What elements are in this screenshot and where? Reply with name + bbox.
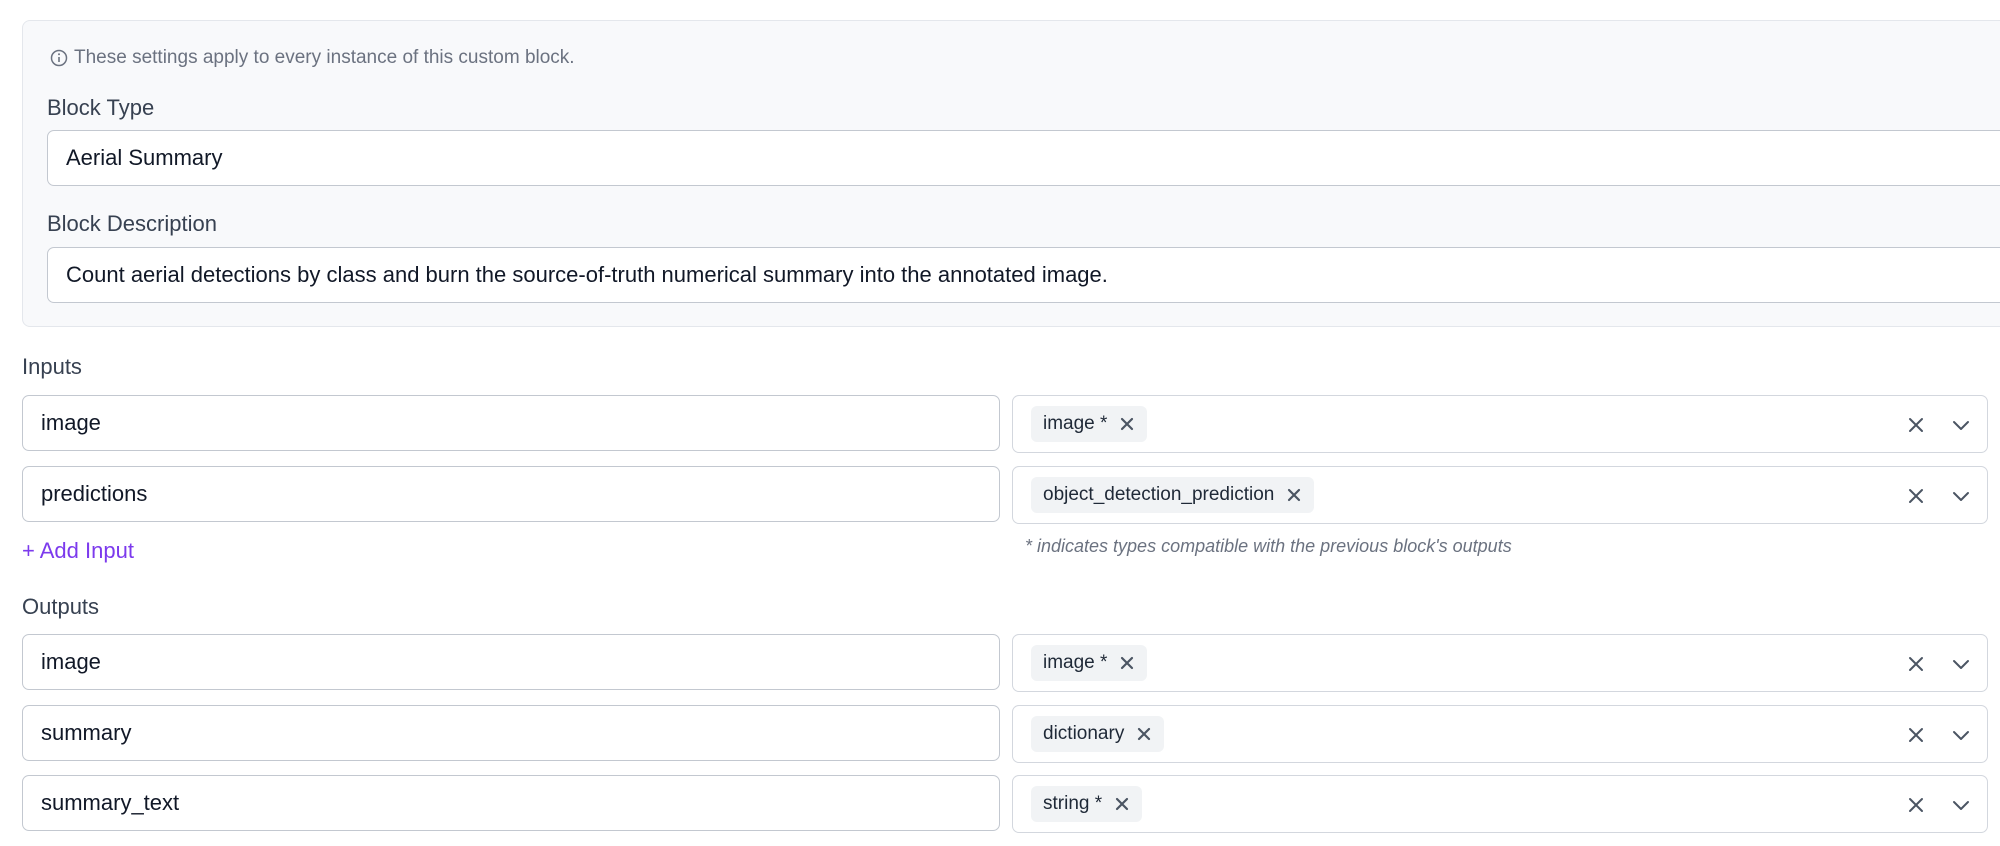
type-chip-label: object_detection_prediction (1043, 484, 1275, 505)
outputs-section-label: Outputs (22, 594, 100, 619)
clear-x-icon[interactable] (1905, 485, 1927, 507)
block-type-label: Block Type (47, 95, 155, 120)
block-description-value: Count aerial detections by class and bur… (66, 262, 1108, 287)
clear-x-icon[interactable] (1905, 794, 1927, 816)
type-chip: dictionary (1031, 716, 1165, 752)
input-name-value: predictions (41, 481, 148, 506)
output-name-field[interactable]: summary_text (22, 775, 1000, 831)
block-description-input[interactable]: Count aerial detections by class and bur… (47, 247, 2000, 303)
settings-info-note: These settings apply to every instance o… (47, 46, 575, 70)
input-type-select[interactable]: image * (1012, 395, 1988, 453)
chevron-down-icon[interactable] (1949, 653, 1973, 675)
input-name-value: image (41, 410, 101, 435)
block-description-label: Block Description (47, 211, 217, 236)
type-chip-label: image * (1043, 652, 1108, 673)
clear-x-icon[interactable] (1905, 414, 1927, 436)
type-chip: image * (1031, 406, 1148, 442)
close-icon[interactable] (1112, 794, 1132, 814)
type-chip-label: dictionary (1043, 723, 1125, 744)
type-chip: image * (1031, 645, 1148, 681)
output-type-select[interactable]: dictionary (1012, 705, 1988, 763)
block-settings-panel: These settings apply to every instance o… (22, 20, 2000, 327)
output-name-field[interactable]: image (22, 634, 1000, 690)
chevron-down-icon[interactable] (1949, 794, 1973, 816)
info-circle-icon (47, 46, 71, 70)
clear-x-icon[interactable] (1905, 653, 1927, 675)
chevron-down-icon[interactable] (1949, 724, 1973, 746)
type-chip-label: image * (1043, 413, 1108, 434)
settings-info-text: These settings apply to every instance o… (74, 47, 575, 68)
chevron-down-icon[interactable] (1949, 485, 1973, 507)
close-icon[interactable] (1284, 485, 1304, 505)
close-icon[interactable] (1134, 724, 1154, 744)
chevron-down-icon[interactable] (1949, 414, 1973, 436)
type-chip: string * (1031, 786, 1143, 822)
type-chip: object_detection_prediction (1031, 477, 1315, 513)
block-type-input[interactable]: Aerial Summary (47, 130, 2000, 186)
inputs-section-label: Inputs (22, 354, 82, 379)
compatibility-note: * indicates types compatible with the pr… (1025, 536, 1512, 556)
input-name-field[interactable]: image (22, 395, 1000, 451)
add-input-button[interactable]: + Add Input (22, 538, 134, 564)
output-name-field[interactable]: summary (22, 705, 1000, 761)
block-type-value: Aerial Summary (66, 145, 223, 170)
close-icon[interactable] (1117, 653, 1137, 673)
output-name-value: image (41, 649, 101, 674)
output-name-value: summary_text (41, 790, 180, 815)
type-chip-label: string * (1043, 793, 1103, 814)
input-type-select[interactable]: object_detection_prediction (1012, 466, 1988, 524)
close-icon[interactable] (1117, 414, 1137, 434)
clear-x-icon[interactable] (1905, 724, 1927, 746)
output-type-select[interactable]: image * (1012, 634, 1988, 692)
output-type-select[interactable]: string * (1012, 775, 1988, 833)
output-name-value: summary (41, 720, 132, 745)
input-name-field[interactable]: predictions (22, 466, 1000, 522)
